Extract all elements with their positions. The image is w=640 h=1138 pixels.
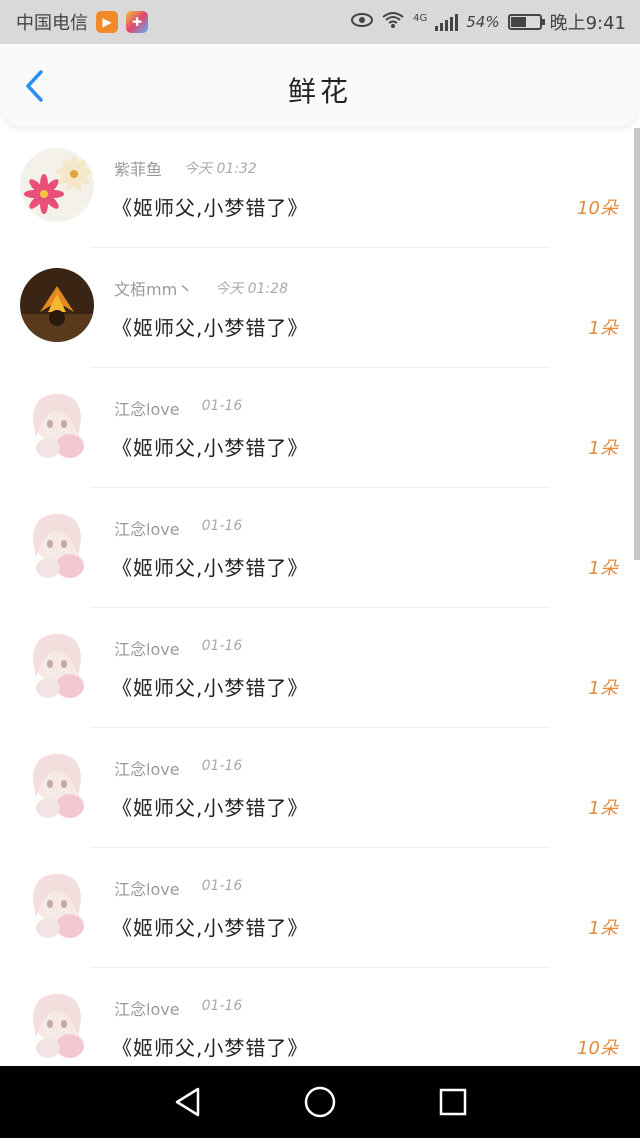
item-meta: 江念love 01-16 <box>114 876 242 900</box>
scrollbar[interactable] <box>634 128 640 560</box>
avatar[interactable] <box>20 868 94 942</box>
nav-recents-button[interactable] <box>429 1078 477 1126</box>
header: 鲜花 <box>0 44 640 126</box>
app-badge-orange-icon: ▶ <box>96 11 118 33</box>
item-meta: 江念love 01-16 <box>114 396 242 420</box>
user-name[interactable]: 江念love <box>114 756 180 780</box>
avatar[interactable] <box>20 748 94 822</box>
flower-amount: 10朵 <box>577 1038 618 1059</box>
flower-amount: 1朵 <box>588 318 618 339</box>
user-name[interactable]: 江念love <box>114 636 180 660</box>
book-title[interactable]: 《姬师父,小梦错了》 <box>112 552 308 581</box>
flower-list[interactable]: 紫菲鱼 今天 01:32 《姬师父,小梦错了》 10朵 文栢mm丶 今天 01:28 《姬师… <box>0 128 640 1066</box>
app-badge-multicolor-icon: ✚ <box>126 11 148 33</box>
list-item[interactable]: 紫菲鱼 今天 01:32 《姬师父,小梦错了》 10朵 <box>0 128 640 248</box>
book-title[interactable]: 《姬师父,小梦错了》 <box>112 1032 308 1061</box>
book-title[interactable]: 《姬师父,小梦错了》 <box>112 312 308 341</box>
user-name[interactable]: 文栢mm丶 <box>114 276 193 300</box>
gift-time: 01-16 <box>201 998 243 1014</box>
item-meta: 江念love 01-16 <box>114 756 242 780</box>
flower-amount: 1朵 <box>588 918 618 939</box>
gift-time: 01-16 <box>201 638 243 654</box>
item-meta: 江念love 01-16 <box>114 516 242 540</box>
book-title[interactable]: 《姬师父,小梦错了》 <box>112 792 308 821</box>
list-item[interactable]: 江念love 01-16 《姬师父,小梦错了》 1朵 <box>0 368 640 488</box>
eye-comfort-icon <box>351 12 374 33</box>
gift-time: 今天 01:32 <box>184 161 257 177</box>
user-name[interactable]: 紫菲鱼 <box>114 156 162 180</box>
nav-back-button[interactable] <box>163 1078 211 1126</box>
item-meta: 文栢mm丶 今天 01:28 <box>114 276 288 300</box>
navigation-bar <box>0 1066 640 1138</box>
flower-amount: 1朵 <box>588 678 618 699</box>
user-name[interactable]: 江念love <box>114 876 180 900</box>
clock: 晚上9:41 <box>549 13 626 34</box>
recents-square-icon <box>440 1088 467 1116</box>
book-title[interactable]: 《姬师父,小梦错了》 <box>112 672 308 701</box>
battery-icon <box>507 14 545 30</box>
avatar[interactable] <box>20 388 94 462</box>
gift-time: 01-16 <box>201 878 243 894</box>
battery-percent: 54% <box>466 13 500 31</box>
flower-amount: 1朵 <box>588 558 618 579</box>
item-meta: 紫菲鱼 今天 01:32 <box>114 156 257 180</box>
user-name[interactable]: 江念love <box>114 516 180 540</box>
home-circle-icon <box>304 1086 336 1118</box>
gift-time: 01-16 <box>201 758 243 774</box>
avatar[interactable] <box>20 988 94 1062</box>
list-item[interactable]: 江念love 01-16 《姬师父,小梦错了》 1朵 <box>0 848 640 968</box>
status-bar: 中国电信 ▶ ✚ 4G 54% 晚上9:41 <box>0 0 640 44</box>
battery-level <box>510 17 526 27</box>
gift-time: 01-16 <box>201 518 243 534</box>
avatar[interactable] <box>20 628 94 702</box>
book-title[interactable]: 《姬师父,小梦错了》 <box>112 192 308 221</box>
avatar[interactable] <box>20 508 94 582</box>
item-meta: 江念love 01-16 <box>114 636 242 660</box>
flower-amount: 1朵 <box>588 798 618 819</box>
item-meta: 江念love 01-16 <box>114 996 242 1020</box>
book-title[interactable]: 《姬师父,小梦错了》 <box>112 912 308 941</box>
flower-amount: 10朵 <box>577 198 618 219</box>
flower-amount: 1朵 <box>588 438 618 459</box>
avatar[interactable] <box>20 148 94 222</box>
gift-time: 今天 01:28 <box>215 281 288 297</box>
wifi-icon <box>381 11 405 34</box>
list-item[interactable]: 江念love 01-16 《姬师父,小梦错了》 10朵 <box>0 968 640 1066</box>
user-name[interactable]: 江念love <box>114 996 180 1020</box>
gift-time: 01-16 <box>201 398 243 414</box>
user-name[interactable]: 江念love <box>114 396 180 420</box>
page-title: 鲜花 <box>287 75 352 108</box>
network-type: 4G <box>413 13 428 24</box>
list-item[interactable]: 文栢mm丶 今天 01:28 《姬师父,小梦错了》 1朵 <box>0 248 640 368</box>
nav-home-button[interactable] <box>296 1078 344 1126</box>
carrier-label: 中国电信 <box>16 13 88 34</box>
avatar[interactable] <box>20 268 94 342</box>
signal-icon <box>435 13 459 31</box>
screen: 中国电信 ▶ ✚ 4G 54% 晚上9:41 鲜花 紫菲鱼 今天 01:32 《… <box>0 0 640 1138</box>
list-item[interactable]: 江念love 01-16 《姬师父,小梦错了》 1朵 <box>0 488 640 608</box>
back-triangle-icon <box>175 1087 199 1117</box>
list-item[interactable]: 江念love 01-16 《姬师父,小梦错了》 1朵 <box>0 728 640 848</box>
book-title[interactable]: 《姬师父,小梦错了》 <box>112 432 308 461</box>
list-item[interactable]: 江念love 01-16 《姬师父,小梦错了》 1朵 <box>0 608 640 728</box>
